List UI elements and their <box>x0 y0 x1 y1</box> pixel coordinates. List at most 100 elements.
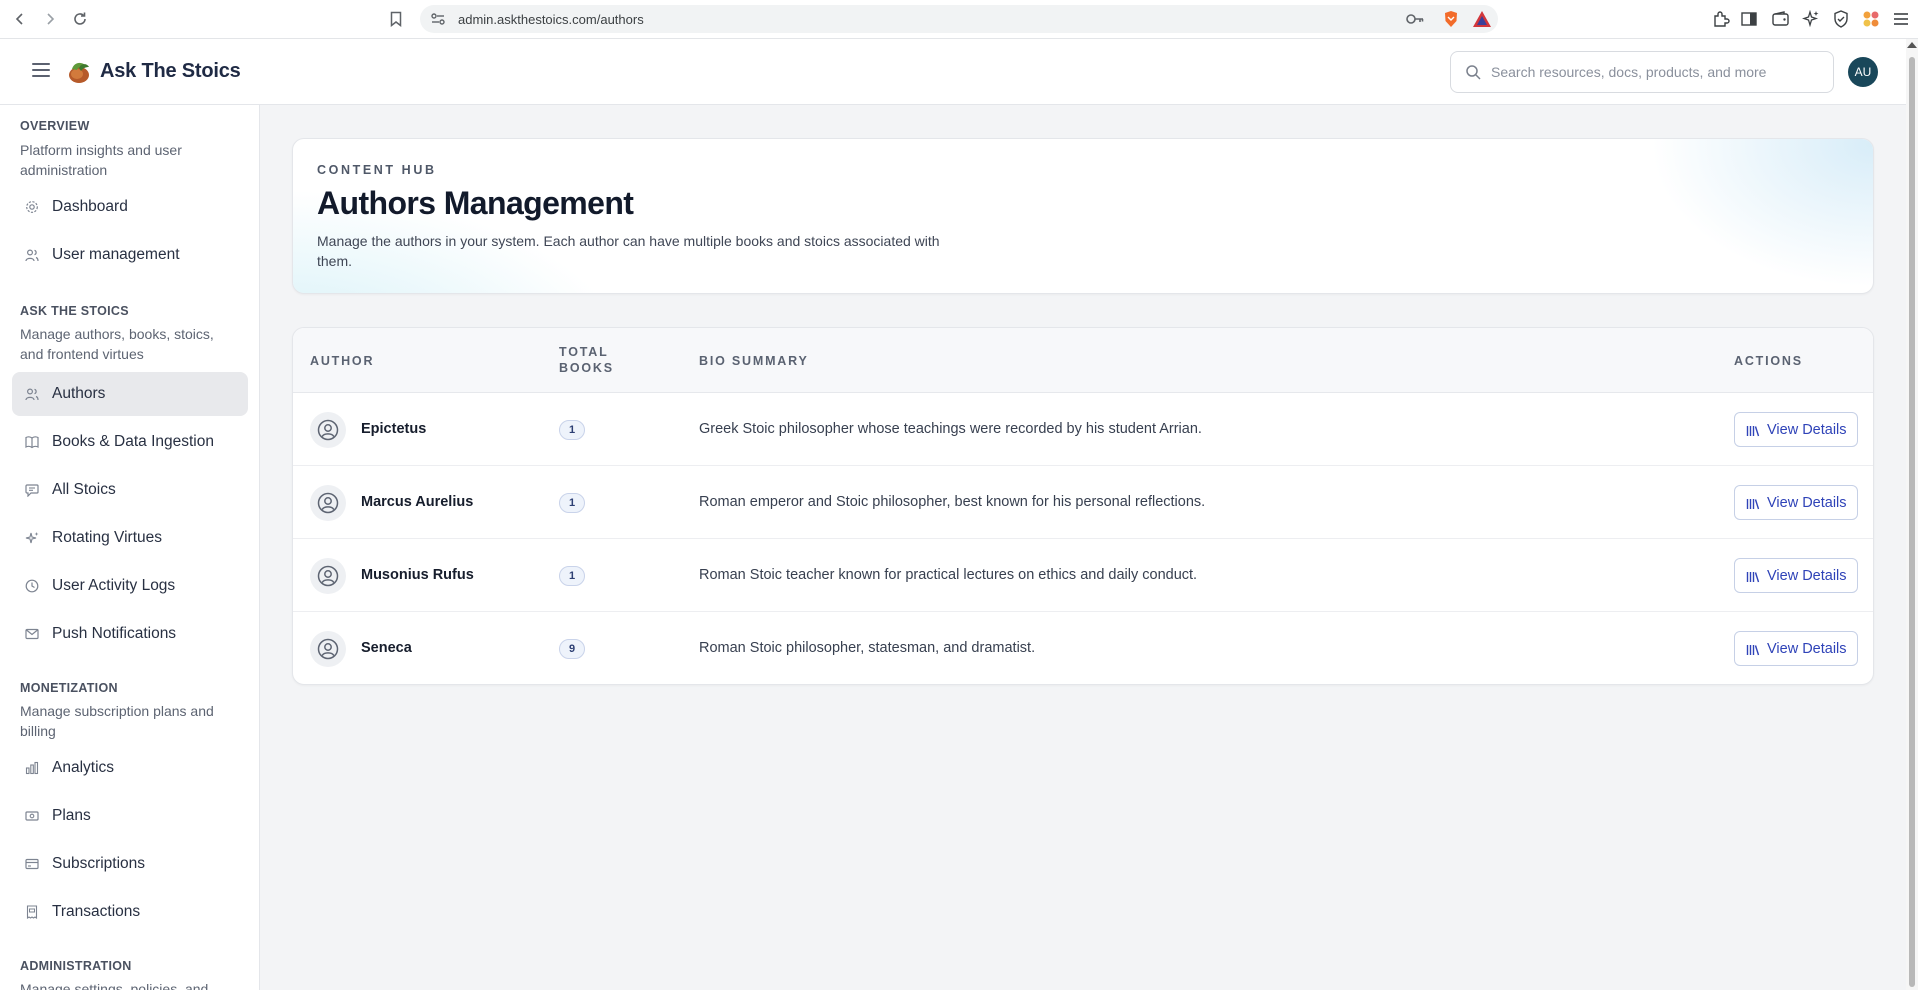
library-icon <box>1746 497 1760 515</box>
table-row: Epictetus 1 Greek Stoic philosopher whos… <box>293 393 1873 466</box>
leo-ai-icon[interactable] <box>1800 8 1822 30</box>
page-scrollbar[interactable] <box>1906 39 1918 990</box>
brand-name[interactable]: Ask The Stoics <box>100 60 241 83</box>
site-settings-icon[interactable] <box>430 11 446 32</box>
table-row: Seneca 9 Roman Stoic philosopher, states… <box>293 612 1873 684</box>
bar-chart-icon <box>25 761 39 775</box>
view-details-button[interactable]: View Details <box>1734 558 1858 593</box>
table-row: Marcus Aurelius 1 Roman emperor and Stoi… <box>293 466 1873 539</box>
sidebar-item-label: User management <box>52 246 180 263</box>
menu-toggle-icon[interactable] <box>32 63 50 79</box>
address-bar[interactable]: admin.askthestoics.com/authors <box>420 5 1498 33</box>
sidebar-item-label: Rotating Virtues <box>52 529 162 546</box>
sidebar-item-rotating-virtues[interactable]: Rotating Virtues <box>12 516 248 560</box>
sidebar-item-label: Plans <box>52 807 91 824</box>
back-icon[interactable] <box>8 8 32 30</box>
sidebar-item-all-stoics[interactable]: All Stoics <box>12 468 248 512</box>
section-desc-monetization: Manage subscription plans and billing <box>20 703 214 739</box>
book-count-badge: 1 <box>559 493 585 513</box>
browser-menu-icon[interactable] <box>1890 8 1912 30</box>
user-circle-icon <box>310 631 346 667</box>
scroll-up-icon[interactable] <box>1907 42 1917 48</box>
author-name: Musonius Rufus <box>361 567 474 583</box>
brave-rewards-icon[interactable] <box>1472 10 1492 33</box>
sidebar-item-dashboard[interactable]: Dashboard <box>12 185 248 229</box>
library-icon <box>1746 570 1760 588</box>
search-icon <box>1465 64 1481 85</box>
author-bio: Roman Stoic teacher known for practical … <box>699 567 1198 583</box>
view-details-label: View Details <box>1767 568 1847 584</box>
sidebar-item-authors[interactable]: Authors <box>12 372 248 416</box>
view-details-label: View Details <box>1767 495 1847 511</box>
gear-icon <box>25 200 39 214</box>
chat-icon <box>25 483 39 498</box>
sparkle-icon <box>25 531 39 545</box>
brand-logo-icon[interactable] <box>66 59 92 85</box>
profile-extension-icon[interactable] <box>1860 8 1882 30</box>
sidebar-item-transactions[interactable]: Transactions <box>12 890 248 934</box>
page-title: Authors Management <box>317 185 634 221</box>
sidebar-item-analytics[interactable]: Analytics <box>12 746 248 790</box>
avatar[interactable]: AU <box>1848 57 1878 87</box>
view-details-button[interactable]: View Details <box>1734 631 1858 666</box>
column-header-actions: ACTIONS <box>1734 354 1803 368</box>
sidebar-item-label: Subscriptions <box>52 855 146 872</box>
page-eyebrow: CONTENT HUB <box>317 163 437 177</box>
sidebar-item-books[interactable]: Books & Data Ingestion <box>12 420 248 464</box>
author-bio: Roman emperor and Stoic philosopher, bes… <box>699 494 1206 510</box>
url-text: admin.askthestoics.com/authors <box>458 12 644 27</box>
page-header-card: CONTENT HUB Authors Management Manage th… <box>292 138 1874 294</box>
section-title-monetization: MONETIZATION <box>20 681 118 695</box>
view-details-button[interactable]: View Details <box>1734 485 1858 520</box>
section-desc-overview: Platform insights and user administratio… <box>20 142 182 178</box>
browser-toolbar: admin.askthestoics.com/authors <box>0 0 1918 39</box>
user-circle-icon <box>310 558 346 594</box>
search-input[interactable] <box>1491 52 1821 92</box>
sidebar-item-push-notifications[interactable]: Push Notifications <box>12 612 248 656</box>
sidebar: OVERVIEW Platform insights and user admi… <box>0 105 260 990</box>
bookmark-icon[interactable] <box>386 8 406 30</box>
sidebar-item-label: Dashboard <box>52 198 128 215</box>
section-desc-administration: Manage settings, policies, and <box>20 981 209 990</box>
sidebar-item-label: User Activity Logs <box>52 577 176 594</box>
sidebar-item-label: Authors <box>52 385 106 402</box>
view-details-label: View Details <box>1767 422 1847 438</box>
reload-icon[interactable] <box>68 8 92 30</box>
mail-icon <box>25 627 39 641</box>
extensions-icon[interactable] <box>1710 8 1732 30</box>
author-bio: Roman Stoic philosopher, statesman, and … <box>699 640 1036 656</box>
section-desc-ask-the-stoics: Manage authors, books, stoics, and front… <box>20 326 214 362</box>
vpn-shield-icon[interactable] <box>1830 8 1852 30</box>
library-icon <box>1746 643 1760 661</box>
brave-shield-icon[interactable] <box>1442 10 1460 33</box>
sidebar-item-plans[interactable]: Plans <box>12 794 248 838</box>
wallet-icon[interactable] <box>1770 8 1792 30</box>
sidebar-item-subscriptions[interactable]: Subscriptions <box>12 842 248 886</box>
book-icon <box>25 435 39 449</box>
key-icon[interactable] <box>1405 10 1425 33</box>
column-header-total-books[interactable]: TOTAL BOOKS <box>559 344 649 376</box>
users-icon <box>25 387 39 401</box>
user-circle-icon <box>310 485 346 521</box>
section-title-ask-the-stoics: ASK THE STOICS <box>20 304 129 318</box>
sidebar-item-label: Push Notifications <box>52 625 177 642</box>
book-count-badge: 1 <box>559 566 585 586</box>
author-bio: Greek Stoic philosopher whose teachings … <box>699 421 1202 437</box>
users-icon <box>25 248 39 262</box>
forward-icon[interactable] <box>38 8 62 30</box>
app-header: Ask The Stoics AU <box>0 39 1906 105</box>
sidebar-item-label: All Stoics <box>52 481 116 498</box>
sidebar-toggle-icon[interactable] <box>1738 8 1760 30</box>
table-header: AUTHOR TOTAL BOOKS BIO SUMMARY ACTIONS <box>293 328 1873 393</box>
library-icon <box>1746 424 1760 442</box>
column-header-author[interactable]: AUTHOR <box>310 353 374 369</box>
sidebar-item-user-management[interactable]: User management <box>12 233 248 277</box>
scroll-thumb[interactable] <box>1909 57 1915 987</box>
sidebar-item-user-activity-logs[interactable]: User Activity Logs <box>12 564 248 608</box>
view-details-button[interactable]: View Details <box>1734 412 1858 447</box>
receipt-icon <box>25 905 39 920</box>
money-icon <box>25 809 39 823</box>
author-name: Marcus Aurelius <box>361 494 474 510</box>
table-row: Musonius Rufus 1 Roman Stoic teacher kno… <box>293 539 1873 612</box>
column-header-bio-summary: BIO SUMMARY <box>699 354 809 368</box>
